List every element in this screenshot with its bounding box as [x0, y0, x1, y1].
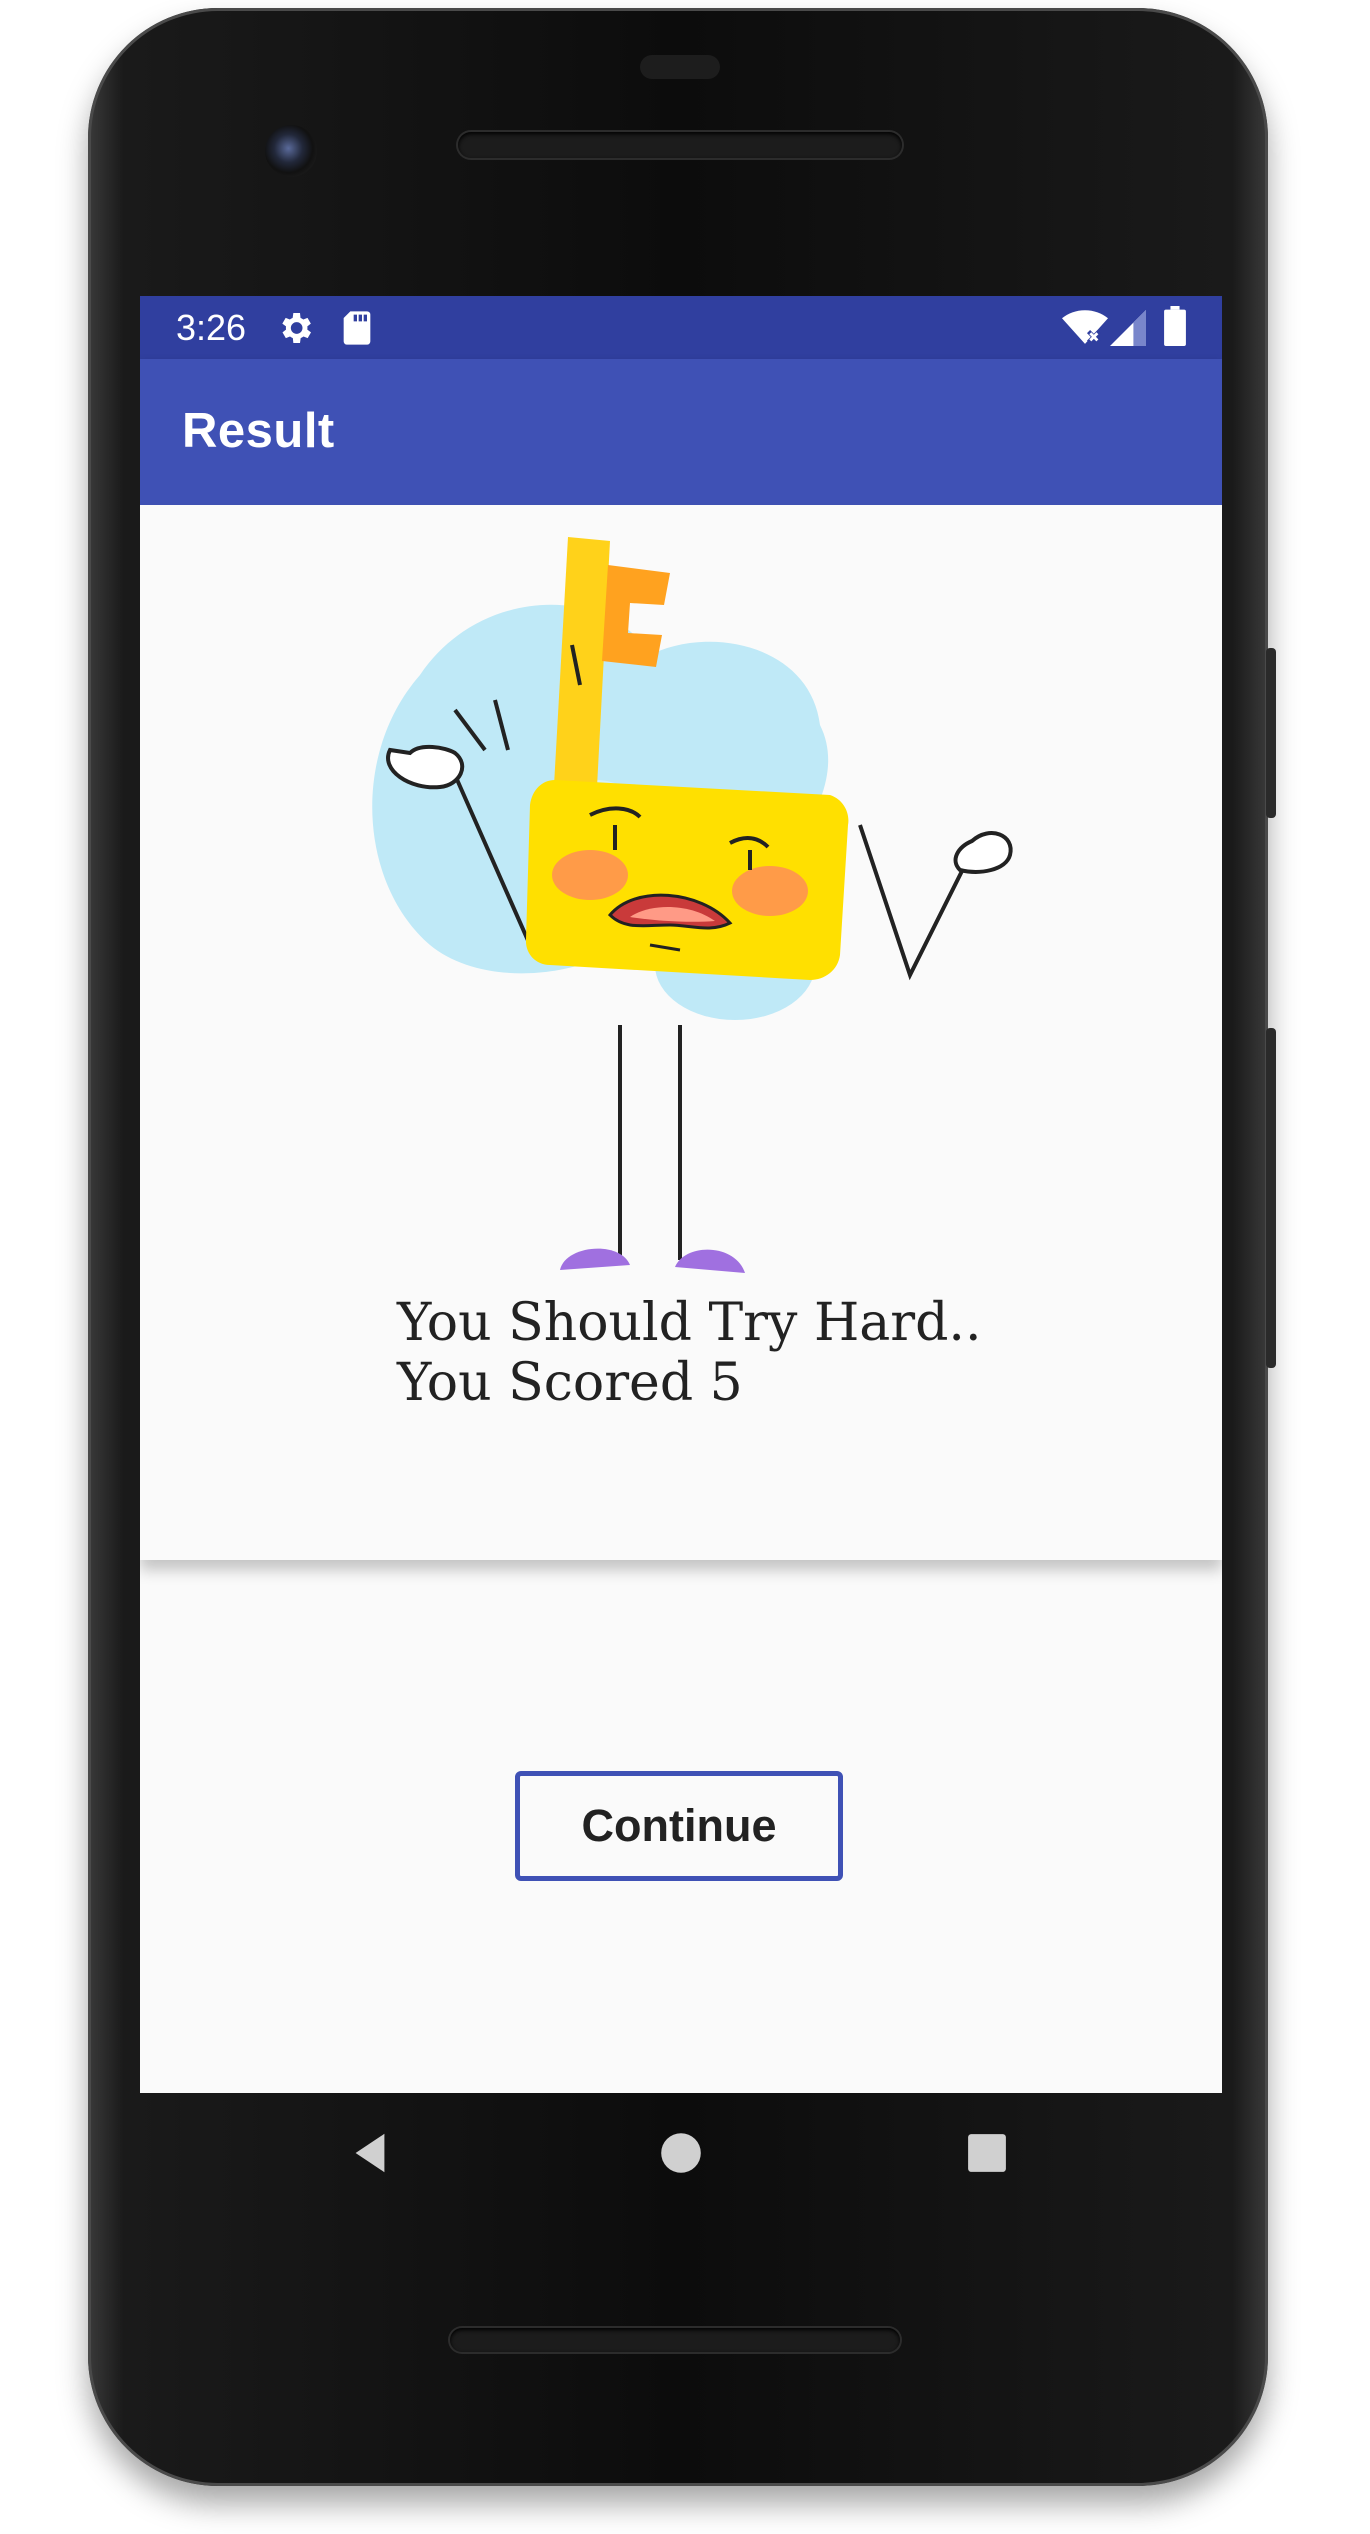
result-message: You Should Try Hard.. You Scored 5 — [397, 1293, 1097, 1413]
bottom-speaker — [450, 2328, 900, 2352]
status-bar: 3:26 — [140, 296, 1222, 359]
back-icon[interactable] — [330, 2113, 410, 2193]
result-score-text: You Scored 5 — [397, 1353, 743, 1413]
continue-button[interactable]: Continue — [515, 1771, 843, 1881]
app-bar: Result — [140, 359, 1222, 505]
home-icon[interactable] — [641, 2113, 721, 2193]
status-time: 3:26 — [176, 307, 247, 348]
result-card: You Should Try Hard.. You Scored 5 — [140, 505, 1222, 1560]
proximity-sensor — [640, 55, 720, 79]
battery-icon — [1164, 306, 1186, 351]
navigation-bar — [140, 2093, 1222, 2219]
gear-icon — [275, 308, 315, 353]
page-title: Result — [182, 404, 335, 458]
wifi-icon — [1062, 310, 1108, 351]
sad-key-illustration — [372, 537, 1013, 1273]
signal-icon — [1110, 310, 1146, 351]
recents-icon[interactable] — [947, 2113, 1027, 2193]
result-feedback-text: You Should Try Hard.. — [397, 1293, 982, 1353]
volume-rocker — [1266, 1028, 1276, 1368]
sd-card-icon — [340, 308, 374, 353]
power-button — [1266, 648, 1276, 818]
screen: 3:26 Result You Should Try Hard.. You Sc… — [140, 296, 1222, 2093]
earpiece-speaker — [458, 132, 902, 158]
front-camera — [265, 125, 317, 177]
